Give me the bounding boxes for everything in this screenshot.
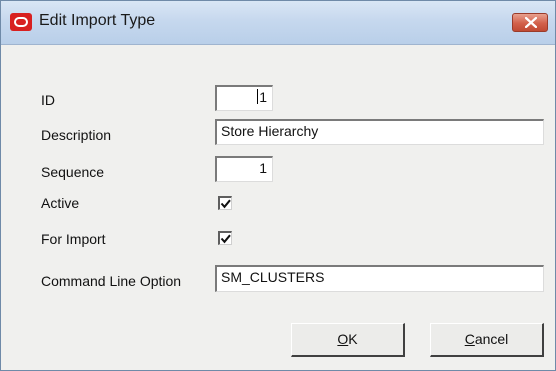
oracle-logo-icon bbox=[10, 13, 32, 31]
cancel-label-rest: ancel bbox=[474, 331, 509, 347]
id-value: 1 bbox=[259, 89, 267, 105]
close-button[interactable] bbox=[512, 13, 548, 32]
description-field[interactable]: Store Hierarchy bbox=[215, 119, 544, 145]
close-icon bbox=[525, 17, 537, 28]
edit-import-type-dialog: Edit Import Type ID 1 Description Store … bbox=[0, 0, 556, 371]
command-line-option-field[interactable]: SM_CLUSTERS bbox=[215, 265, 544, 292]
for-import-checkbox[interactable] bbox=[218, 231, 232, 245]
cancel-button[interactable]: Cancel bbox=[430, 323, 544, 357]
description-label: Description bbox=[41, 127, 112, 143]
ok-label-rest: K bbox=[348, 331, 358, 347]
active-label: Active bbox=[41, 195, 80, 211]
id-label: ID bbox=[41, 92, 55, 108]
check-icon bbox=[220, 234, 231, 244]
title-bar[interactable]: Edit Import Type bbox=[1, 1, 555, 45]
form-panel: ID 1 Description Store Hierarchy Sequenc… bbox=[9, 45, 549, 365]
cancel-mnemonic: C bbox=[464, 331, 475, 347]
sequence-label: Sequence bbox=[41, 164, 105, 180]
ok-button[interactable]: OK bbox=[291, 323, 405, 357]
active-checkbox[interactable] bbox=[218, 196, 232, 210]
sequence-field[interactable]: 1 bbox=[215, 156, 273, 182]
for-import-label: For Import bbox=[41, 231, 106, 247]
command-line-option-label: Command Line Option bbox=[41, 273, 182, 289]
ok-mnemonic: O bbox=[337, 331, 349, 347]
check-icon bbox=[220, 199, 231, 209]
window-title: Edit Import Type bbox=[39, 12, 156, 29]
id-field[interactable]: 1 bbox=[215, 85, 273, 111]
